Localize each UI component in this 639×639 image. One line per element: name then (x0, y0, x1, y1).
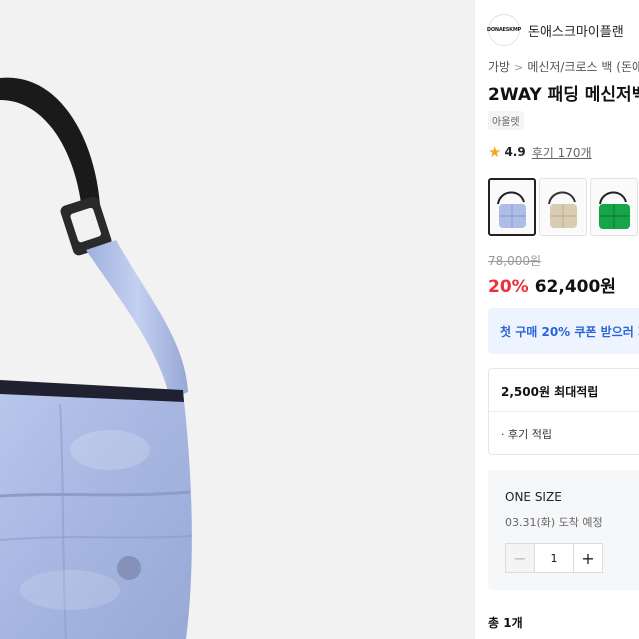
brand-link[interactable]: DONAESKMP 돈애스크마이플랜 (486, 14, 624, 46)
breadcrumb-item-bag[interactable]: 가방 (488, 60, 510, 74)
product-title: 2WAY 패딩 메신저백 (488, 85, 639, 105)
max-points: 2,500원 최대적립 (501, 385, 599, 399)
reviews-link[interactable]: 후기 170개 (532, 144, 592, 161)
decrease-quantity-button[interactable]: − (506, 544, 534, 572)
breadcrumb: 가방 > 메신저/크로스 백 (돈애 (488, 58, 639, 75)
messenger-bag-image (0, 77, 193, 639)
outlet-badge: 아울렛 (488, 111, 524, 130)
first-purchase-coupon-banner[interactable]: 첫 구매 20% 쿠폰 받으러 가 (488, 308, 639, 354)
chevron-right-icon: > (514, 61, 524, 74)
brand-name: 돈애스크마이플랜 (528, 24, 624, 40)
quantity-value[interactable]: 1 (534, 544, 574, 572)
color-swatch-green[interactable] (590, 178, 638, 236)
star-icon: ★ (488, 143, 502, 161)
brand-logo-text: DONAESKMP (486, 27, 522, 33)
sale-price: 62,400원 (534, 277, 616, 297)
rating-value: 4.9 (504, 145, 526, 159)
review-points: · 후기 적립 (501, 428, 552, 441)
quantity-stepper: − 1 + (505, 543, 603, 573)
points-box: 2,500원 최대적립 · 후기 적립 (488, 368, 639, 455)
total-count: 총 1개 (488, 616, 523, 630)
price-row: 20% 62,400원 (488, 272, 616, 297)
delivery-estimate: 03.31(화) 도착 예정 (505, 516, 603, 529)
color-swatch-beige[interactable] (539, 178, 587, 236)
product-photo (0, 0, 474, 639)
product-info-panel: DONAESKMP 돈애스크마이플랜 가방 > 메신저/크로스 백 (돈애 2WAY… (475, 0, 639, 639)
original-price: 78,000원 (488, 254, 542, 268)
breadcrumb-item-messenger[interactable]: 메신저/크로스 백 (돈애 (527, 60, 639, 74)
color-swatch-light-blue[interactable] (488, 178, 536, 236)
brand-logo: DONAESKMP (486, 14, 522, 46)
discount-rate: 20% (488, 277, 529, 297)
rating-row: ★ 4.9 후기 170개 (488, 143, 592, 161)
increase-quantity-button[interactable]: + (574, 544, 602, 572)
selected-option-box: ONE SIZE 03.31(화) 도착 예정 − 1 + (488, 470, 639, 590)
option-size: ONE SIZE (505, 490, 562, 504)
points-divider (489, 411, 639, 412)
